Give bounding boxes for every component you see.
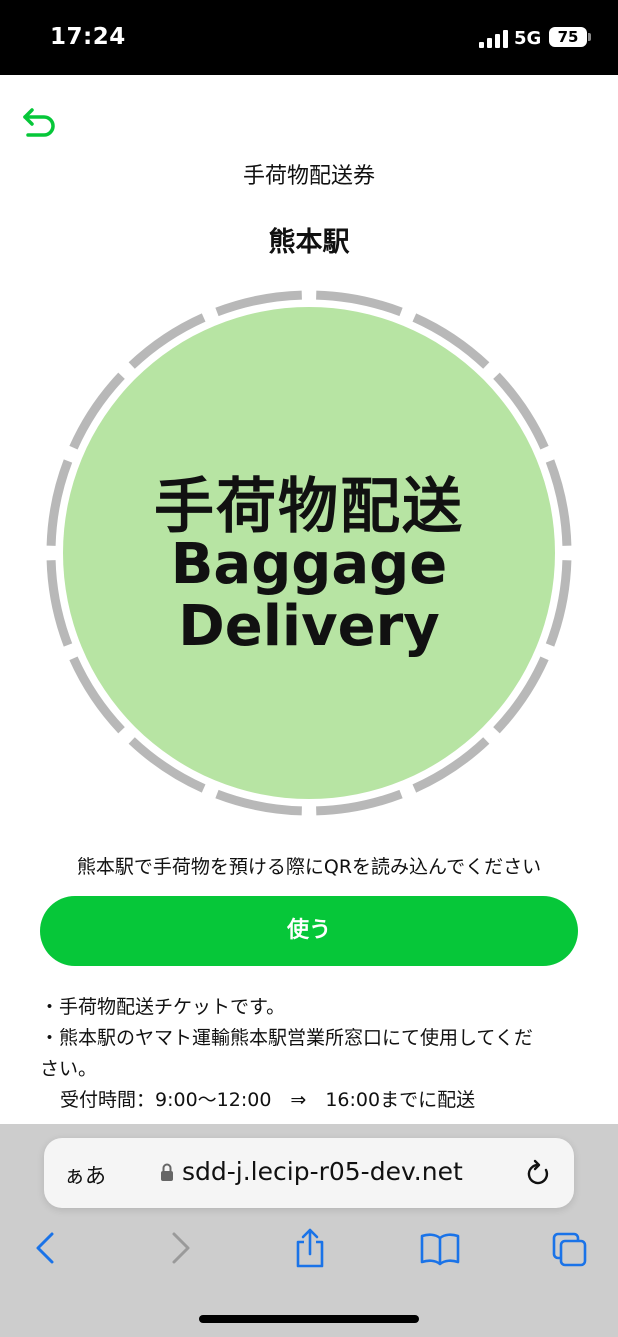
page-subtitle: 手荷物配送券: [242, 164, 375, 189]
back-button[interactable]: [22, 106, 58, 140]
note-line: 受付時間：9:00〜12:00 ⇒ 16:00までに配送: [60, 1089, 476, 1111]
reload-icon[interactable]: [524, 1158, 552, 1188]
note-line: さい。: [40, 1058, 98, 1080]
ticket-image-title-en-2: Delivery: [178, 594, 440, 659]
ticket-image-text: 手荷物配送 Baggage Delivery: [44, 288, 574, 818]
network-type: 5G: [514, 28, 542, 49]
battery-icon: 75: [549, 27, 591, 47]
chevron-right-icon: [172, 1232, 190, 1264]
ticket-image-title-en-1: Baggage: [170, 532, 448, 597]
qr-instruction: 熊本駅で手荷物を預ける際にQRを読み込んでください: [76, 856, 542, 878]
note-line: ・熊本駅のヤマト運輸熊本駅営業所窓口にて使用してくだ: [40, 1027, 533, 1049]
use-button[interactable]: 使う: [40, 896, 578, 966]
share-icon[interactable]: [290, 1226, 330, 1270]
note-line: ・手荷物配送チケットです。: [40, 996, 286, 1018]
ticket-notes: ・手荷物配送チケットです。 ・熊本駅のヤマト運輸熊本駅営業所窓口にて使用してくだ…: [40, 992, 580, 1116]
tabs-icon[interactable]: [550, 1226, 590, 1270]
home-indicator: [199, 1315, 419, 1323]
book-icon[interactable]: [420, 1226, 460, 1270]
signal-icon: [479, 30, 509, 48]
lock-icon: [161, 1163, 173, 1181]
text-size-button[interactable]: ぁあ: [64, 1160, 106, 1190]
chevron-left-icon[interactable]: [26, 1226, 66, 1270]
status-bar: 17:24 5G 75: [0, 0, 618, 75]
station-name: 熊本駅: [268, 227, 350, 258]
address-bar[interactable]: ぁあ sdd-j.lecip-r05-dev.net: [44, 1138, 574, 1208]
url-text[interactable]: sdd-j.lecip-r05-dev.net: [182, 1157, 463, 1186]
undo-arrow-icon: [23, 108, 55, 137]
status-time: 17:24: [50, 24, 126, 50]
